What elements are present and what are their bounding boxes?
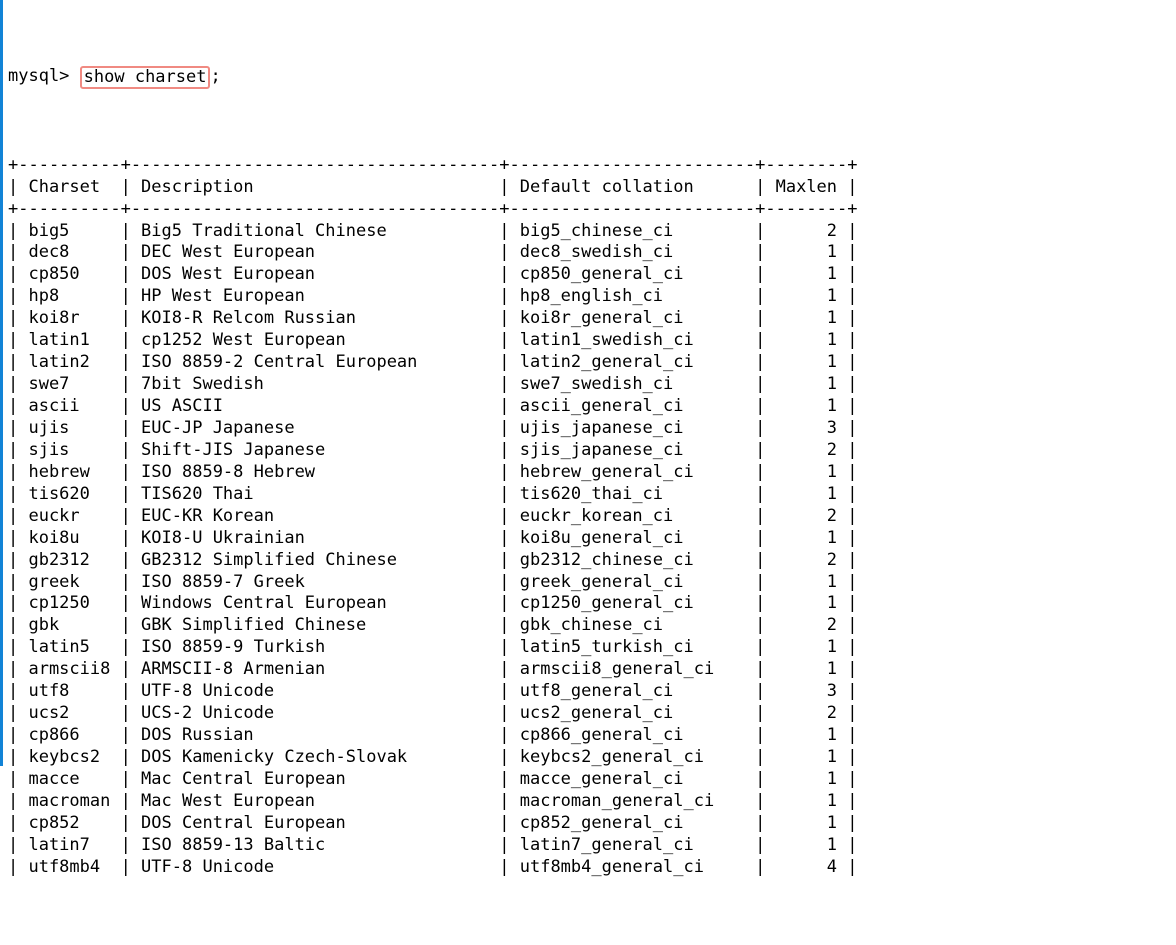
table-row: | utf8mb4 | UTF-8 Unicode | utf8mb4_gene… (8, 856, 858, 877)
command-prompt-line: mysql> show charset; (8, 65, 858, 89)
table-row: | macroman | Mac West European | macroma… (8, 790, 858, 811)
terminal-window: mysql> show charset; +----------+-------… (0, 0, 1176, 877)
table-row: | gb2312 | GB2312 Simplified Chinese | g… (8, 549, 858, 570)
table-row: | latin7 | ISO 8859-13 Baltic | latin7_g… (8, 834, 858, 855)
table-header-row: | Charset | Description | Default collat… (8, 176, 858, 197)
console-output: mysql> show charset; +----------+-------… (8, 0, 858, 945)
result-table: +----------+----------------------------… (8, 155, 858, 879)
command-terminator: ; (210, 66, 221, 87)
table-row: | euckr | EUC-KR Korean | euckr_korean_c… (8, 505, 858, 526)
table-row: | hp8 | HP West European | hp8_english_c… (8, 286, 858, 307)
table-row: | utf8 | UTF-8 Unicode | utf8_general_ci… (8, 681, 858, 702)
highlighted-command[interactable]: show charset (79, 65, 211, 89)
table-row: | sjis | Shift-JIS Japanese | sjis_japan… (8, 439, 858, 460)
table-row: | big5 | Big5 Traditional Chinese | big5… (8, 220, 858, 241)
table-row: | swe7 | 7bit Swedish | swe7_swedish_ci … (8, 374, 858, 395)
table-row: | cp852 | DOS Central European | cp852_g… (8, 812, 858, 833)
table-rule-top: +----------+----------------------------… (8, 154, 858, 175)
left-accent-rule (0, 0, 3, 766)
table-row: | latin1 | cp1252 West European | latin1… (8, 330, 858, 351)
table-row: | koi8r | KOI8-R Relcom Russian | koi8r_… (8, 308, 858, 329)
table-row: | ucs2 | UCS-2 Unicode | ucs2_general_ci… (8, 703, 858, 724)
table-row: | ujis | EUC-JP Japanese | ujis_japanese… (8, 417, 858, 438)
table-row: | latin5 | ISO 8859-9 Turkish | latin5_t… (8, 637, 858, 658)
table-row: | dec8 | DEC West European | dec8_swedis… (8, 242, 858, 263)
prompt-label: mysql> (8, 66, 80, 87)
table-row: | greek | ISO 8859-7 Greek | greek_gener… (8, 571, 858, 592)
table-row: | koi8u | KOI8-U Ukrainian | koi8u_gener… (8, 527, 858, 548)
table-row: | macce | Mac Central European | macce_g… (8, 768, 858, 789)
table-rule-header: +----------+----------------------------… (8, 198, 858, 219)
table-row: | gbk | GBK Simplified Chinese | gbk_chi… (8, 615, 858, 636)
table-row: | armscii8 | ARMSCII-8 Armenian | armsci… (8, 659, 858, 680)
table-row: | cp1250 | Windows Central European | cp… (8, 593, 858, 614)
table-row: | cp850 | DOS West European | cp850_gene… (8, 264, 858, 285)
table-row: | hebrew | ISO 8859-8 Hebrew | hebrew_ge… (8, 461, 858, 482)
table-row: | cp866 | DOS Russian | cp866_general_ci… (8, 725, 858, 746)
table-row: | tis620 | TIS620 Thai | tis620_thai_ci … (8, 483, 858, 504)
table-row: | ascii | US ASCII | ascii_general_ci | … (8, 396, 858, 417)
table-row: | latin2 | ISO 8859-2 Central European |… (8, 352, 858, 373)
